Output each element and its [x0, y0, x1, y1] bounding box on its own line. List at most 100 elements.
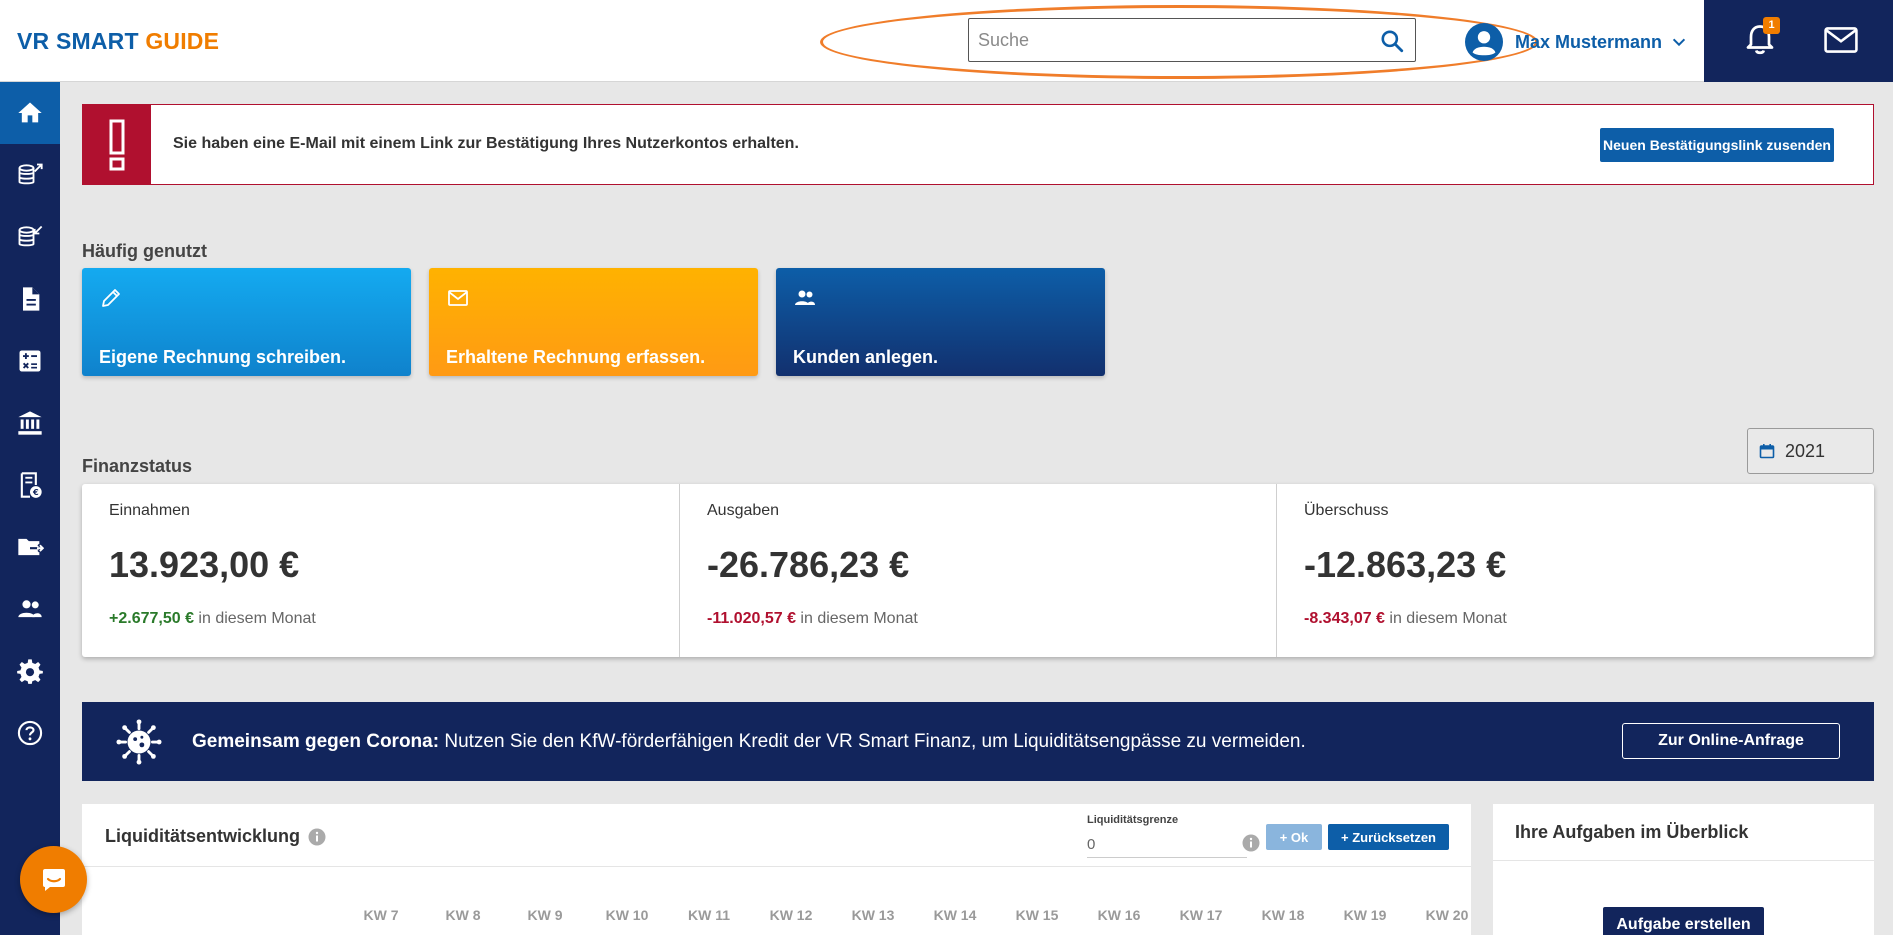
chevron-down-icon [1672, 38, 1686, 47]
week-label: KW 8 [445, 907, 481, 923]
delta-amount: -8.343,07 € [1304, 610, 1385, 627]
divider [1493, 860, 1874, 861]
week-label: KW 20 [1425, 907, 1469, 923]
week-label: KW 17 [1179, 907, 1223, 923]
liquidity-card: Liquiditätsentwicklung Liquiditätsgrenze… [82, 804, 1471, 935]
finance-delta: +2.677,50 € in diesem Monat [109, 610, 316, 628]
search-icon[interactable] [1379, 28, 1405, 54]
chat-icon [42, 868, 65, 891]
info-icon[interactable] [1242, 834, 1260, 852]
year-value: 2021 [1785, 440, 1826, 461]
finance-label: Einnahmen [109, 502, 190, 519]
limit-reset-button[interactable]: + Zurücksetzen [1328, 824, 1449, 850]
pencil-icon [102, 289, 120, 307]
liquidity-limit-input[interactable] [1087, 828, 1247, 858]
calendar-icon [1759, 444, 1775, 459]
app-logo[interactable]: VR SMART GUIDE [17, 28, 219, 55]
sidebar-item-income[interactable] [0, 144, 60, 206]
folder-export-icon [18, 538, 44, 556]
week-axis: KW 7 KW 8 KW 9 KW 10 KW 11 KW 12 KW 13 K… [340, 907, 1488, 923]
search-input[interactable] [969, 19, 1349, 61]
finance-value: -26.786,23 € [707, 544, 910, 585]
week-label: KW 11 [687, 907, 730, 923]
week-label: KW 16 [1097, 907, 1141, 923]
user-menu[interactable]: Max Mustermann [1465, 22, 1688, 62]
limit-ok-button[interactable]: + Ok [1266, 824, 1322, 850]
week-label: KW 7 [363, 907, 399, 923]
home-icon [18, 102, 42, 123]
sidebar-item-help[interactable] [0, 702, 60, 764]
sidebar-item-home[interactable] [0, 82, 60, 144]
envelope-icon [448, 290, 468, 306]
tile-write-invoice[interactable]: Eigene Rechnung schreiben. [82, 268, 411, 376]
finance-status-card: Einnahmen 13.923,00 € +2.677,50 € in die… [82, 484, 1874, 657]
tile-capture-invoice[interactable]: Erhaltene Rechnung erfassen. [429, 268, 758, 376]
online-request-button[interactable]: Zur Online-Anfrage [1622, 723, 1840, 759]
top-header: VR SMART GUIDE Max Mustermann 1 [0, 0, 1893, 82]
finance-label: Ausgaben [707, 502, 780, 519]
tile-create-customer[interactable]: Kunden anlegen. [776, 268, 1105, 376]
document-icon [23, 287, 40, 311]
delta-suffix: in diesem Monat [198, 610, 316, 627]
liquidity-title-text: Liquiditätsentwicklung [105, 826, 301, 846]
finance-delta: -11.020,57 € in diesem Monat [707, 610, 918, 628]
delta-suffix: in diesem Monat [800, 610, 918, 627]
header-action-area [1704, 0, 1893, 82]
finance-income: Einnahmen 13.923,00 € +2.677,50 € in die… [82, 484, 679, 657]
tile-label: Eigene Rechnung schreiben. [99, 347, 347, 367]
sidebar-item-bank[interactable] [0, 392, 60, 454]
virus-icon [116, 719, 162, 765]
liquidity-limit-label: Liquiditätsgrenze [1087, 814, 1179, 826]
delta-amount: -11.020,57 € [707, 610, 796, 627]
bank-icon [18, 411, 42, 435]
year-selector[interactable]: 2021 [1747, 428, 1874, 474]
notification-badge: 1 [1763, 17, 1780, 34]
frequent-section-title: Häufig genutzt [82, 241, 207, 261]
finance-surplus: Überschuss -12.863,23 € -8.343,07 € in d… [1276, 484, 1873, 657]
sidebar-item-expenses[interactable] [0, 206, 60, 268]
delta-amount: +2.677,50 € [109, 610, 194, 627]
sidebar-item-calculator[interactable] [0, 330, 60, 392]
alert-exclamation-icon [83, 105, 151, 184]
week-label: KW 10 [605, 907, 649, 923]
tile-label: Erhaltene Rechnung erfassen. [446, 347, 706, 367]
info-icon[interactable] [308, 828, 326, 846]
people-icon [795, 290, 815, 305]
create-task-button[interactable]: Aufgabe erstellen [1603, 907, 1764, 935]
week-label: KW 18 [1261, 907, 1305, 923]
finance-value: 13.923,00 € [109, 544, 300, 585]
receipt-euro-icon: € [20, 472, 42, 498]
search-box [968, 18, 1416, 62]
week-label: KW 13 [851, 907, 895, 923]
coins-in-icon [18, 225, 43, 247]
user-name: Max Mustermann [1515, 31, 1663, 52]
tile-label: Kunden anlegen. [793, 347, 939, 367]
calculator-icon [19, 350, 41, 372]
svg-text:€: € [32, 487, 39, 497]
sidebar-item-receipts[interactable]: € [0, 454, 60, 516]
chat-button[interactable] [20, 846, 87, 913]
finance-value: -12.863,23 € [1304, 544, 1507, 585]
sidebar-item-settings[interactable] [0, 640, 60, 702]
week-label: KW 14 [933, 907, 977, 923]
mail-icon[interactable] [1823, 24, 1859, 56]
tasks-title: Ihre Aufgaben im Überblick [1515, 822, 1749, 842]
verification-alert: Sie haben eine E-Mail mit einem Link zur… [82, 104, 1874, 185]
resend-confirmation-button[interactable]: Neuen Bestätigungslink zusenden [1600, 128, 1834, 162]
tasks-card: Ihre Aufgaben im Überblick Aufgabe erste… [1493, 804, 1874, 935]
gear-icon [17, 659, 43, 684]
help-icon [17, 720, 43, 746]
finance-section-title: Finanzstatus [82, 456, 193, 476]
sidebar-item-contacts[interactable] [0, 578, 60, 640]
banner-bold: Gemeinsam gegen Corona: [192, 731, 440, 752]
divider [82, 866, 1471, 867]
people-icon [18, 600, 42, 618]
alert-message: Sie haben eine E-Mail mit einem Link zur… [173, 135, 799, 152]
logo-guide: GUIDE [145, 28, 220, 54]
sidebar-item-export[interactable] [0, 516, 60, 578]
finance-delta: -8.343,07 € in diesem Monat [1304, 610, 1507, 628]
delta-suffix: in diesem Monat [1389, 610, 1507, 627]
banner-text: Gemeinsam gegen Corona: Nutzen Sie den K… [192, 731, 1306, 753]
sidebar-item-documents[interactable] [0, 268, 60, 330]
corona-banner: Gemeinsam gegen Corona: Nutzen Sie den K… [82, 702, 1874, 781]
